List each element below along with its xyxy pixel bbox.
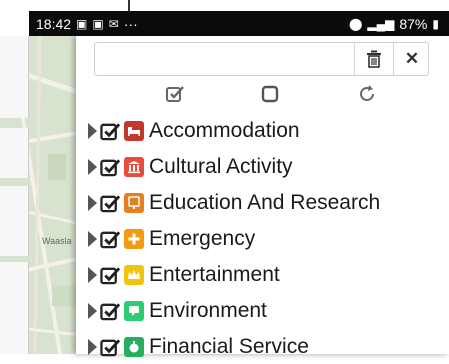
checkbox-checked-icon[interactable] [100,337,121,358]
category-label: Cultural Activity [149,155,293,178]
money-icon [124,337,144,357]
category-label: Emergency [149,227,256,250]
category-label: Financial Service [149,335,309,358]
location-icon: ⬤ [348,16,363,31]
category-label: Environment [149,299,267,322]
left-side-panel [0,36,29,118]
status-bar: 18:42 ▣ ▣ ✉ ··· ⬤ ▂▄▆ 87% ▮ [29,11,449,36]
reset-button[interactable] [356,83,378,105]
select-none-button[interactable] [259,83,281,105]
category-row[interactable]: Environment [88,294,267,328]
uncheck-all-icon [261,85,279,103]
school-icon [124,193,144,213]
category-row[interactable]: Emergency [88,222,255,256]
plus-icon [124,229,144,249]
check-all-icon [166,86,184,102]
category-row[interactable]: Accommodation [88,114,300,148]
checkbox-checked-icon[interactable] [100,301,121,322]
refresh-icon [360,85,374,101]
left-side-panel [0,128,29,178]
expand-caret-icon[interactable] [88,123,97,139]
gallery-icon: ▣ [92,16,104,31]
expand-caret-icon[interactable] [88,339,97,355]
top-edge [0,0,449,11]
museum-icon [124,157,144,177]
category-label: Entertainment [149,263,280,286]
trash-icon [367,50,381,68]
badge-icon: ✉ [108,16,119,31]
expand-caret-icon[interactable] [88,303,97,319]
search-bar: ✕ [94,42,429,76]
crown-icon [124,265,144,285]
category-row[interactable]: Financial Service [88,330,309,364]
checkbox-checked-icon[interactable] [100,265,121,286]
select-all-button[interactable] [164,83,186,105]
battery-percent: 87% [399,15,428,32]
left-side-panel [0,186,29,256]
clear-button[interactable] [354,43,393,75]
status-time: 18:42 [36,15,72,32]
status-more: ··· [123,15,138,32]
gallery-icon: ▣ [76,16,88,31]
signal-icon: ▂▄▆ [367,16,395,31]
expand-caret-icon[interactable] [88,195,97,211]
scrollbar[interactable] [445,114,449,354]
category-row[interactable]: Entertainment [88,258,280,292]
category-filter-panel: ✕ Accommodation Cultural Activity Educat… [76,36,449,358]
category-label: Education And Research [149,191,381,214]
selection-toolbar [76,81,449,107]
checkbox-checked-icon[interactable] [100,121,121,142]
category-row[interactable]: Cultural Activity [88,150,293,184]
checkbox-checked-icon[interactable] [100,193,121,214]
search-input[interactable] [95,43,350,75]
expand-caret-icon[interactable] [88,159,97,175]
left-side-panel [0,262,29,354]
checkbox-checked-icon[interactable] [100,229,121,250]
map-place-label: Waasla [42,236,72,246]
category-label: Accommodation [149,119,300,142]
leaf-icon [124,301,144,321]
expand-caret-icon[interactable] [88,267,97,283]
battery-icon: ▮ [432,16,439,31]
expand-caret-icon[interactable] [88,231,97,247]
divider-line [128,0,130,11]
category-row[interactable]: Education And Research [88,186,380,220]
checkbox-checked-icon[interactable] [100,157,121,178]
bed-icon [124,121,144,141]
close-button[interactable]: ✕ [393,43,430,75]
close-icon: ✕ [404,49,420,68]
